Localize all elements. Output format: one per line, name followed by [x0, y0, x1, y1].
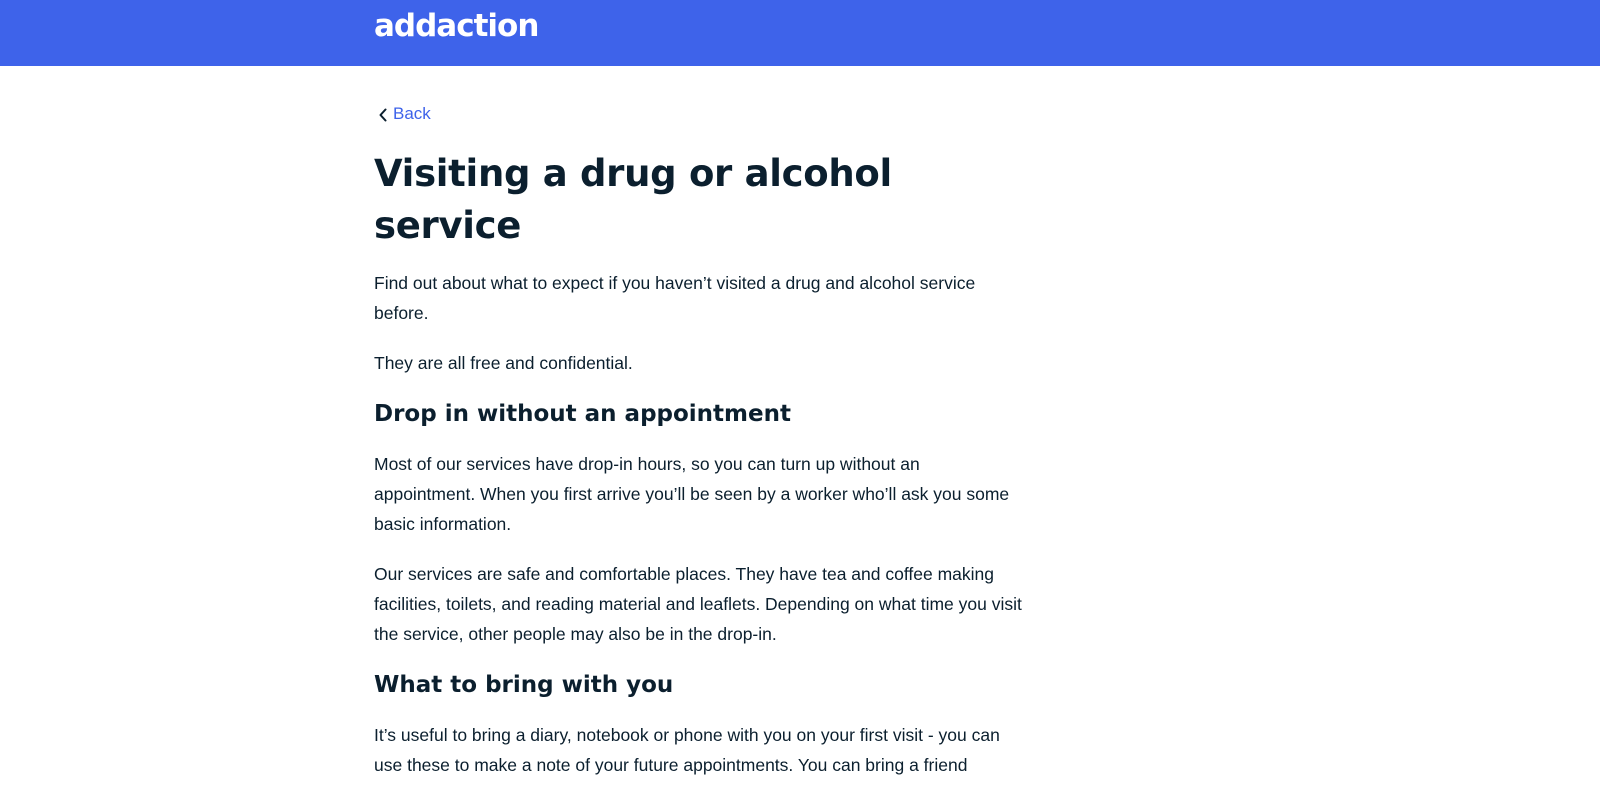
back-link[interactable]: Back: [378, 102, 431, 126]
section-heading-drop-in: Drop in without an appointment: [374, 401, 791, 427]
addaction-logo[interactable]: addaction: [374, 6, 539, 46]
section-paragraph: Our services are safe and comfortable pl…: [374, 564, 1022, 644]
intro-paragraph: They are all free and confidential.: [374, 353, 633, 373]
site-header: addaction: [0, 0, 1600, 66]
chevron-left-icon: [378, 102, 391, 126]
page-title: Visiting a drug or alcohol service: [374, 152, 892, 247]
back-link-label: Back: [393, 104, 431, 123]
section-paragraph: It’s useful to bring a diary, notebook o…: [374, 725, 1000, 775]
section-paragraph: Most of our services have drop-in hours,…: [374, 454, 1010, 534]
section-heading-what-to-bring: What to bring with you: [374, 672, 674, 698]
main-content: Visiting a drug or alcohol service Find …: [374, 148, 1024, 800]
intro-paragraph: Find out about what to expect if you hav…: [374, 273, 976, 323]
